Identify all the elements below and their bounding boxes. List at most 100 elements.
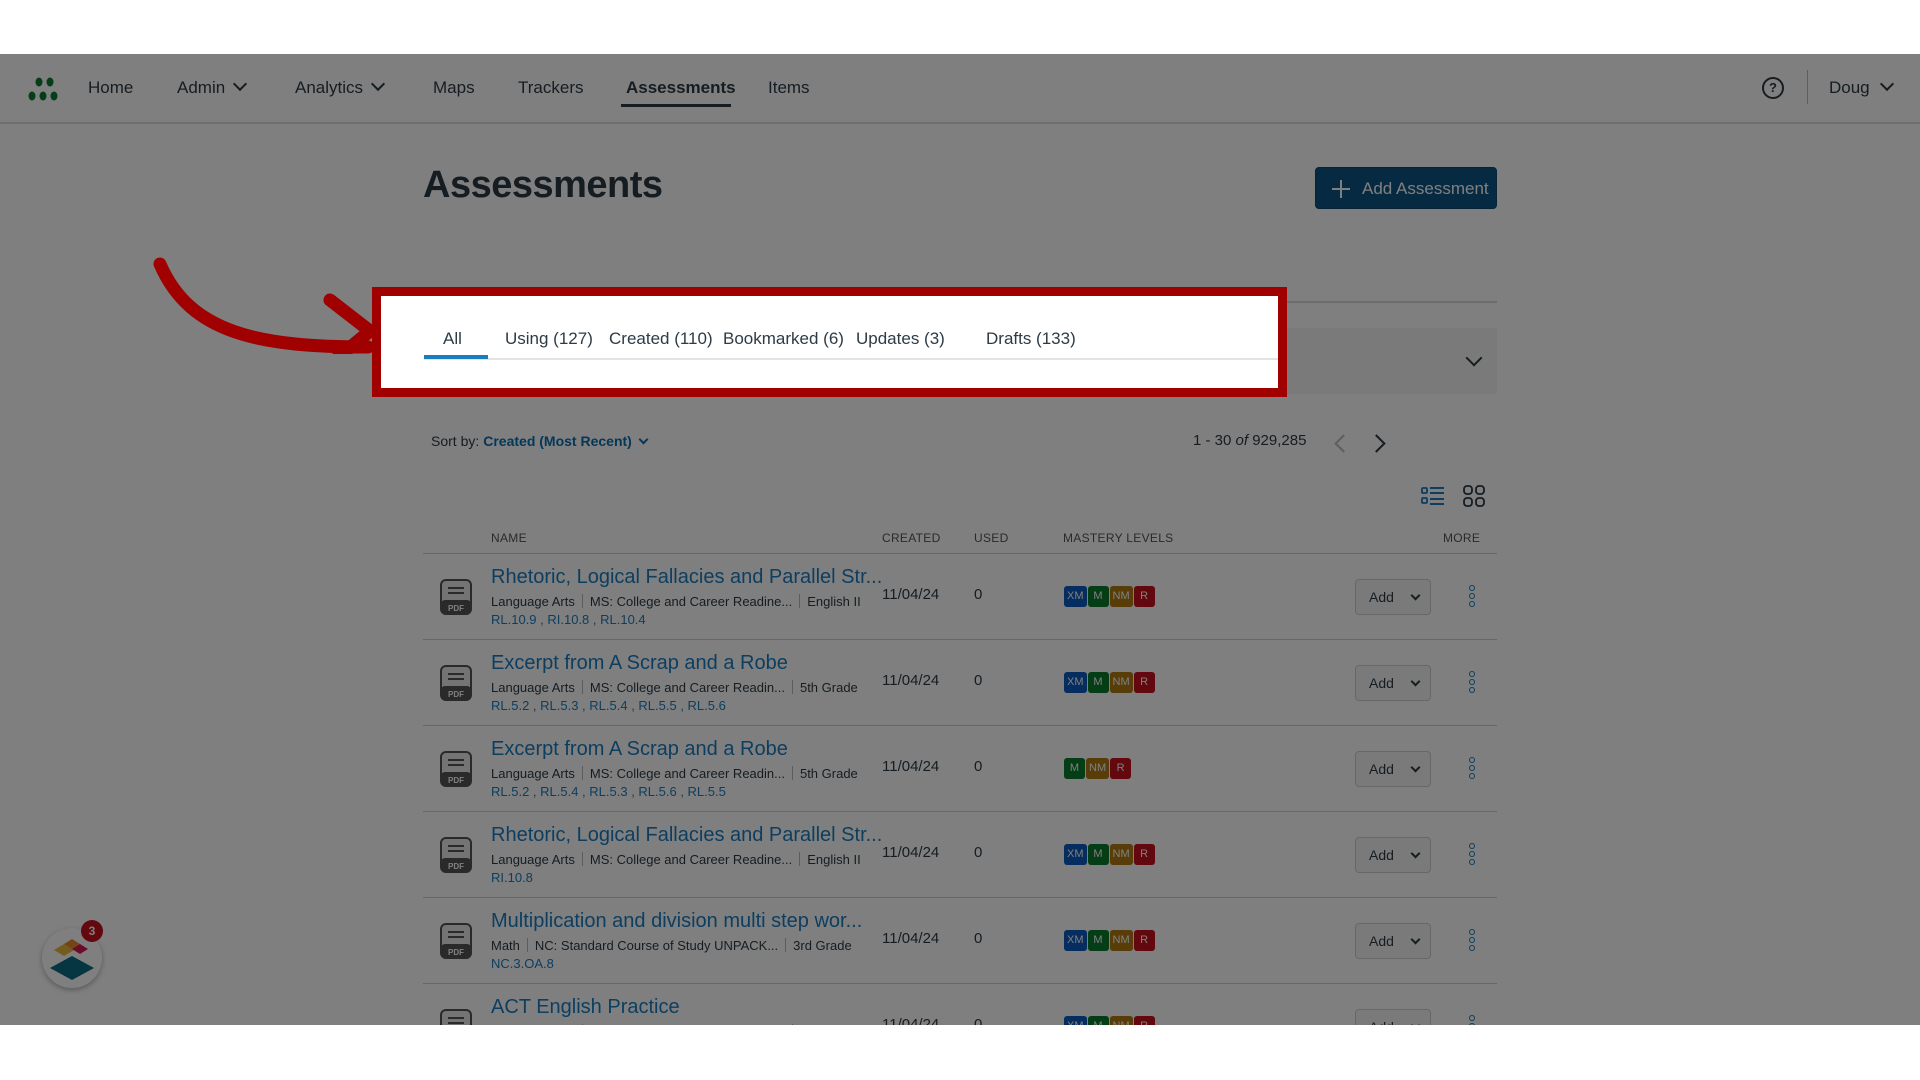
- sort-value: Created (Most Recent): [483, 433, 632, 449]
- sort-control[interactable]: Sort by: Created (Most Recent): [431, 433, 649, 449]
- pdf-file-icon: PDF: [440, 837, 472, 873]
- nav-analytics-label: Analytics: [295, 78, 364, 97]
- grade: English II: [807, 594, 861, 609]
- nav-admin[interactable]: Admin: [177, 76, 248, 98]
- more-options-icon[interactable]: [1469, 1015, 1477, 1025]
- mastery-badge-nm: NM: [1109, 930, 1133, 951]
- add-dropdown-button[interactable]: Add: [1355, 751, 1431, 787]
- add-dropdown-button[interactable]: Add: [1355, 579, 1431, 615]
- column-header-used[interactable]: USED: [974, 531, 1009, 545]
- assessment-title-link[interactable]: Rhetoric, Logical Fallacies and Parallel…: [491, 566, 882, 589]
- standards-links[interactable]: RL.10.9 , RI.10.8 , RL.10.4: [491, 612, 646, 627]
- standards-links[interactable]: RL.5.2 , RL.5.3 , RL.5.4 , RL.5.5 , RL.5…: [491, 698, 726, 713]
- grade: 5th Grade: [799, 680, 858, 695]
- tab-using[interactable]: Using (127): [505, 329, 593, 349]
- standards-links[interactable]: RI.10.8: [491, 870, 533, 885]
- table-row[interactable]: PDF Rhetoric, Logical Fallacies and Paral…: [423, 812, 1497, 898]
- table-row[interactable]: PDF Multiplication and division multi ste…: [423, 898, 1497, 984]
- standard-set: MS: College and Career Readin...: [589, 766, 785, 781]
- more-options-icon[interactable]: [1469, 585, 1477, 609]
- column-header-name[interactable]: NAME: [491, 531, 527, 545]
- created-date: 11/04/24: [882, 844, 940, 861]
- tab-all[interactable]: All: [443, 329, 462, 349]
- tab-drafts[interactable]: Drafts (133): [986, 329, 1076, 349]
- tab-created[interactable]: Created (110): [609, 329, 713, 349]
- subject: Language Arts: [491, 852, 575, 867]
- assessment-title-link[interactable]: ACT English Practice: [491, 996, 680, 1019]
- help-icon[interactable]: ?: [1762, 77, 1784, 99]
- mastery-badge-r: R: [1110, 758, 1132, 779]
- expand-filters-chevron-icon[interactable]: [1465, 349, 1483, 367]
- nav-items[interactable]: Items: [768, 78, 810, 98]
- add-dropdown-button[interactable]: Add: [1355, 1009, 1431, 1025]
- nav-trackers[interactable]: Trackers: [518, 78, 584, 98]
- nav-home[interactable]: Home: [88, 78, 133, 98]
- tab-bookmarked[interactable]: Bookmarked (6): [723, 329, 844, 349]
- add-dropdown-button[interactable]: Add: [1355, 665, 1431, 701]
- nav-maps[interactable]: Maps: [433, 78, 475, 98]
- more-options-icon[interactable]: [1469, 757, 1477, 781]
- list-view-icon[interactable]: [1421, 485, 1445, 507]
- created-date: 11/04/24: [882, 758, 940, 775]
- callout-arrow-icon: [153, 257, 377, 354]
- standards-links[interactable]: NC.3.OA.8: [491, 956, 554, 971]
- table-row[interactable]: PDFACT English PracticeLanguage ArtsMS: …: [423, 984, 1497, 1025]
- assessment-title-link[interactable]: Rhetoric, Logical Fallacies and Parallel…: [491, 824, 882, 847]
- assessment-title-link[interactable]: Excerpt from A Scrap and a Robe: [491, 652, 788, 675]
- mastery-badge-r: R: [1133, 930, 1155, 951]
- user-menu[interactable]: Doug: [1829, 76, 1894, 98]
- assessment-title-link[interactable]: Multiplication and division multi step w…: [491, 910, 862, 933]
- pdf-file-icon: PDF: [440, 665, 472, 701]
- nav-analytics[interactable]: Analytics: [295, 76, 386, 98]
- mastery-badge-m: M: [1087, 586, 1109, 607]
- add-dropdown-button[interactable]: Add: [1355, 923, 1431, 959]
- grid-view-icon[interactable]: [1463, 485, 1485, 507]
- standard-set: MS: College and Career Readin...: [589, 680, 785, 695]
- page-title: Assessments: [423, 164, 663, 206]
- assessment-title-link[interactable]: Excerpt from A Scrap and a Robe: [491, 738, 788, 761]
- mastery-badge-xm: XM: [1064, 844, 1087, 865]
- sort-label: Sort by:: [431, 433, 480, 449]
- svg-text:PDF: PDF: [448, 604, 464, 613]
- tab-updates[interactable]: Updates (3): [856, 329, 945, 349]
- created-date: 11/04/24: [882, 672, 940, 689]
- mastery-badge-xm: XM: [1064, 1016, 1087, 1025]
- add-label: Add: [1369, 761, 1394, 777]
- app-logo-icon[interactable]: [26, 76, 66, 104]
- table-row[interactable]: PDF Excerpt from A Scrap and a Robe Langua…: [423, 640, 1497, 726]
- mastery-badge-m: M: [1087, 672, 1109, 693]
- standards-links[interactable]: RL.5.2 , RL.5.4 , RL.5.3 , RL.5.6 , RL.5…: [491, 784, 726, 799]
- chevron-down-icon: [1410, 848, 1421, 859]
- chevron-down-icon: [1410, 590, 1421, 601]
- add-assessment-button[interactable]: Add Assessment: [1315, 167, 1497, 209]
- mastery-badge-r: R: [1133, 586, 1155, 607]
- column-header-created[interactable]: CREATED: [882, 531, 941, 545]
- used-count: 0: [974, 586, 983, 603]
- subject: Language Arts: [491, 766, 575, 781]
- bottom-margin: [0, 1025, 1920, 1080]
- used-count: 0: [974, 672, 983, 689]
- tabs-divider: [424, 358, 1278, 360]
- nav-trackers-label: Trackers: [518, 78, 584, 97]
- more-options-icon[interactable]: [1469, 929, 1477, 953]
- mastery-badge-m: M: [1087, 844, 1109, 865]
- mastery-badge-m: M: [1064, 758, 1085, 779]
- mastery-levels: XMMNMR: [1064, 930, 1155, 951]
- table-row[interactable]: PDF Excerpt from A Scrap and a Robe Langua…: [423, 726, 1497, 812]
- mastery-badge-nm: NM: [1109, 1016, 1133, 1025]
- subject: Language Arts: [491, 680, 575, 695]
- table-row[interactable]: PDF Rhetoric, Logical Fallacies and Paral…: [423, 554, 1497, 640]
- previous-page-icon[interactable]: [1334, 434, 1353, 453]
- pdf-file-icon: PDF: [440, 751, 472, 787]
- svg-text:PDF: PDF: [448, 690, 464, 699]
- nav-assessments-label: Assessments: [626, 78, 736, 97]
- more-options-icon[interactable]: [1469, 843, 1477, 867]
- add-dropdown-button[interactable]: Add: [1355, 837, 1431, 873]
- nav-assessments[interactable]: Assessments: [626, 78, 736, 98]
- nav-admin-label: Admin: [177, 78, 226, 97]
- standard-set: MS: College and Career Readine...: [589, 852, 793, 867]
- grade: English II: [807, 852, 861, 867]
- next-page-icon[interactable]: [1367, 434, 1386, 453]
- mastery-badge-xm: XM: [1064, 586, 1087, 607]
- more-options-icon[interactable]: [1469, 671, 1477, 695]
